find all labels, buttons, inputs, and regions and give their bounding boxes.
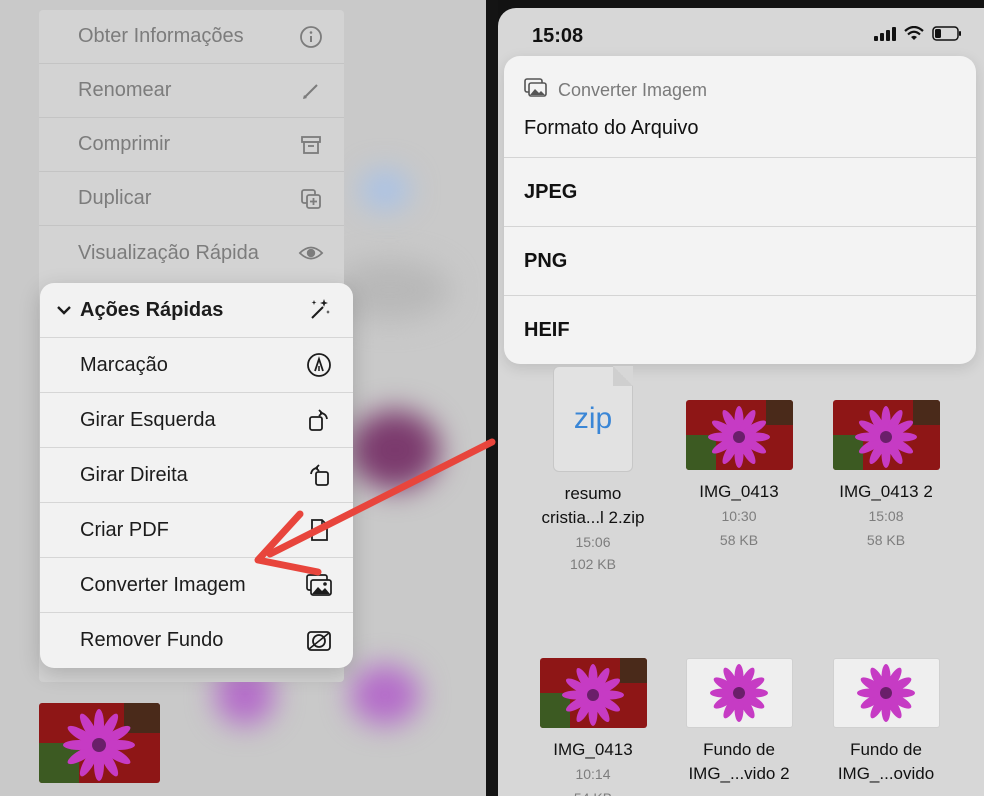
quick-actions-menu: Ações Rápidas Marcação Girar Esquerda Gi…	[40, 283, 353, 668]
menu-item-renomear[interactable]: Renomear	[39, 64, 344, 118]
file-time: 10:14	[575, 766, 611, 782]
quick-action-remover-fundo[interactable]: Remover Fundo	[40, 613, 353, 668]
file-item[interactable]: IMG_0413 10:30 58 KB	[669, 400, 809, 552]
file-time: 15:06	[575, 534, 611, 550]
menu-item-duplicar[interactable]: Duplicar	[39, 172, 344, 226]
menu-item-label: Obter Informações	[78, 25, 244, 47]
file-item[interactable]: zip resumo cristia...l 2.zip 15:06 102 KB	[523, 366, 663, 576]
sheet-header: Converter Imagem Formato do Arquivo	[504, 56, 976, 158]
file-item[interactable]: IMG_0413 10:14 54 KB	[523, 658, 663, 796]
info-circle-icon	[298, 24, 324, 50]
sheet-subtitle: Converter Imagem	[558, 80, 708, 100]
duplicate-plus-icon	[298, 186, 324, 212]
file-time: 15:08	[868, 508, 904, 524]
menu-item-comprimir[interactable]: Comprimir	[39, 118, 344, 172]
quick-action-label: Remover Fundo	[80, 629, 224, 651]
status-time: 15:08	[532, 25, 584, 47]
magic-wand-sparkles-icon	[305, 296, 333, 324]
file-name: Fundo de IMG_...vido 2	[688, 740, 790, 783]
eye-icon	[298, 240, 324, 266]
sheet-title: Formato do Arquivo	[524, 117, 699, 139]
zip-file-icon: zip	[553, 366, 633, 472]
file-name: Fundo de IMG_...ovido	[837, 740, 935, 783]
convert-format-sheet: Converter Imagem Formato do Arquivo JPEG…	[504, 56, 976, 364]
quick-action-label: Girar Esquerda	[80, 408, 216, 431]
file-item[interactable]: Fundo de IMG_...vido 2	[669, 658, 809, 786]
format-option-png[interactable]: PNG	[504, 227, 976, 296]
screenshot-stage: Obter Informações Renomear Comprimir Dup…	[0, 0, 984, 796]
convert-image-icon	[305, 571, 333, 599]
menu-item-label: Visualização Rápida	[78, 241, 259, 264]
image-thumbnail	[539, 658, 647, 728]
status-icons	[874, 25, 962, 46]
left-panel: Obter Informações Renomear Comprimir Dup…	[0, 0, 486, 796]
sheet-subtitle-row: Converter Imagem	[524, 78, 707, 103]
rotate-right-icon	[305, 461, 333, 489]
right-panel: 15:08 Converter Imagem Formato do Arquiv…	[498, 8, 984, 796]
chevron-down-icon	[56, 304, 78, 316]
file-time: 10:30	[721, 508, 757, 524]
quick-action-converter-imagem[interactable]: Converter Imagem	[40, 558, 353, 613]
image-thumbnail	[832, 400, 940, 470]
wifi-icon	[904, 25, 924, 46]
file-item[interactable]: Fundo de IMG_...ovido	[816, 658, 956, 786]
file-name: IMG_0413	[699, 482, 779, 501]
quick-action-label: Criar PDF	[80, 518, 169, 541]
panel-divider	[486, 0, 498, 796]
quick-action-marcacao[interactable]: Marcação	[40, 338, 353, 393]
markup-pen-icon	[305, 351, 333, 379]
quick-action-criar-pdf[interactable]: Criar PDF	[40, 503, 353, 558]
file-item[interactable]: IMG_0413 2 15:08 58 KB	[816, 400, 956, 552]
file-name: IMG_0413	[553, 740, 633, 759]
quick-action-girar-direita[interactable]: Girar Direita	[40, 448, 353, 503]
photos-icon	[524, 78, 548, 103]
format-option-heif[interactable]: HEIF	[504, 296, 976, 364]
menu-item-label: Renomear	[78, 79, 172, 101]
menu-item-label: Comprimir	[78, 133, 171, 155]
file-size: 58 KB	[719, 532, 759, 548]
file-size: 102 KB	[570, 556, 616, 572]
menu-item-visualizacao-rapida[interactable]: Visualização Rápida	[39, 226, 344, 280]
quick-actions-title: Ações Rápidas	[80, 298, 224, 321]
archive-box-icon	[298, 132, 324, 158]
status-bar: 15:08	[498, 8, 984, 52]
file-name: resumo cristia...l 2.zip	[541, 484, 645, 527]
quick-action-label: Marcação	[80, 353, 168, 376]
quick-action-girar-esquerda[interactable]: Girar Esquerda	[40, 393, 353, 448]
selected-image-thumbnail[interactable]	[39, 703, 160, 783]
signal-icon	[874, 26, 896, 46]
quick-action-label: Converter Imagem	[80, 573, 246, 596]
image-thumbnail	[685, 658, 793, 728]
pdf-doc-icon	[305, 516, 333, 544]
quick-actions-header[interactable]: Ações Rápidas	[40, 283, 353, 338]
zip-label: zip	[573, 402, 613, 435]
pencil-icon	[298, 78, 324, 104]
image-thumbnail	[832, 658, 940, 728]
remove-background-icon	[305, 627, 333, 655]
rotate-left-icon	[305, 406, 333, 434]
battery-icon	[932, 26, 962, 46]
menu-item-label: Duplicar	[78, 187, 152, 209]
format-option-jpeg[interactable]: JPEG	[504, 158, 976, 227]
file-size: 58 KB	[866, 532, 906, 548]
quick-action-label: Girar Direita	[80, 463, 188, 486]
file-name: IMG_0413 2	[839, 482, 933, 501]
image-thumbnail	[685, 400, 793, 470]
file-size: 54 KB	[523, 786, 663, 796]
menu-item-obter-informacoes[interactable]: Obter Informações	[39, 10, 344, 64]
